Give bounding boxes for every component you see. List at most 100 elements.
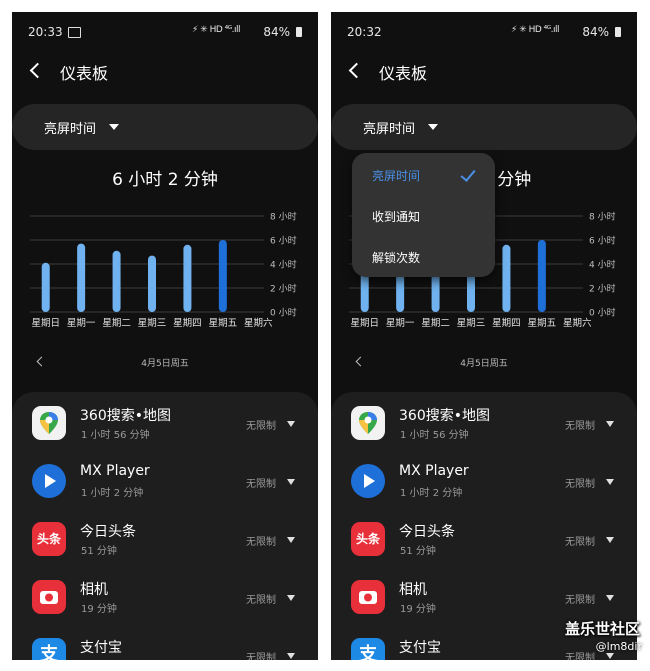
limit-label[interactable]: 无限制 [246,417,276,432]
app-duration: 51 分钟 [400,546,436,557]
metric-selector[interactable]: 亮屏时间 [12,104,318,150]
app-name: MX Player [399,463,469,479]
y-tick-label: 8 小时 [589,211,616,223]
date-nav: 4月5日周五 [331,352,637,372]
limit-label[interactable]: 无限制 [246,475,276,490]
toutiao-icon: 头条 [32,522,66,556]
map-pin-icon [351,406,385,440]
metric-label: 亮屏时间 [44,122,97,137]
y-tick-label: 0 小时 [270,307,297,319]
usage-chart: 0 小时 2 小时 4 小时 6 小时 8 小时星期日 星期一 星期二 星期三 星期四 星期五 星期… [30,211,297,329]
bar[interactable] [537,240,546,312]
y-tick-label: 2 小时 [270,283,297,295]
y-tick-label: 2 小时 [589,283,616,295]
list-item[interactable]: MX Player 1 小时 2 分钟 无限制 [331,460,637,512]
y-tick-label: 4 小时 [589,259,616,271]
chevron-down-icon[interactable] [287,653,295,659]
bar[interactable] [502,244,511,312]
status-time: 20:33 [28,25,63,39]
bar[interactable] [41,262,50,312]
status-bar: 20:32 ⚡ ✳ HD ⁴ᴳ.ıll 84% [347,25,621,41]
limit-label[interactable]: 无限制 [246,533,276,548]
signal-icon: ⚡ ✳ HD ⁴ᴳ.ıll [191,25,241,35]
app-name: 相机 [80,582,108,598]
camera-icon [351,580,385,614]
list-item[interactable]: 支 支付宝 无限制 [12,634,318,660]
x-tick-label: 星期一 [67,318,96,329]
x-tick-label: 星期三 [138,318,167,329]
limit-label[interactable]: 无限制 [565,417,595,432]
metric-dropdown-menu: 亮屏时间 收到通知 解锁次数 [352,153,495,277]
metric-label: 亮屏时间 [363,122,416,137]
chevron-down-icon [109,124,119,130]
app-name: 相机 [399,582,427,598]
app-duration: 1 小时 2 分钟 [400,488,463,499]
chevron-down-icon[interactable] [606,653,614,659]
app-name: 支付宝 [399,640,441,656]
list-item[interactable]: 360搜索•地图 1 小时 56 分钟 无限制 [12,402,318,454]
y-tick-label: 6 小时 [589,235,616,247]
camera-icon [32,580,66,614]
limit-label[interactable]: 无限制 [246,591,276,606]
battery-icon [296,27,302,37]
list-item[interactable]: 相机 19 分钟 无限制 [12,576,318,628]
x-tick-label: 星期日 [350,318,379,329]
limit-label[interactable]: 无限制 [565,649,595,660]
watermark-text: 盖乐世社区 [564,620,640,638]
x-tick-label: 星期四 [173,318,202,329]
app-duration: 1 小时 2 分钟 [81,488,144,499]
limit-label[interactable]: 无限制 [565,475,595,490]
list-item[interactable]: 头条 今日头条 51 分钟 无限制 [331,518,637,570]
right-screen: 20:32 ⚡ ✳ HD ⁴ᴳ.ıll 84% 仪表板 亮屏时间 2 分钟 0 … [331,12,637,660]
menu-item-notifications[interactable]: 收到通知 [372,208,420,225]
x-tick-label: 星期一 [386,318,415,329]
chevron-down-icon[interactable] [287,595,295,601]
y-tick-label: 0 小时 [589,307,616,319]
x-tick-label: 星期二 [102,318,131,329]
status-bar: 20:33 ⚡ ✳ HD ⁴ᴳ.ıll 84% [28,25,302,41]
menu-item-unlocks[interactable]: 解锁次数 [372,249,420,266]
x-tick-label: 星期五 [209,318,238,329]
chevron-down-icon[interactable] [606,537,614,543]
back-icon[interactable] [29,62,46,79]
chevron-down-icon[interactable] [287,421,295,427]
x-tick-label: 星期六 [244,317,273,329]
page-title: 仪表板 [379,64,428,83]
bar[interactable] [112,250,121,312]
chevron-down-icon[interactable] [606,421,614,427]
app-duration: 1 小时 56 分钟 [400,430,469,441]
x-tick-label: 星期五 [528,318,557,329]
limit-label[interactable]: 无限制 [246,649,276,660]
x-tick-label: 星期四 [492,318,521,329]
bar[interactable] [77,243,86,312]
total-screen-time: 2 分钟 [481,170,532,190]
x-tick-label: 星期日 [31,318,60,329]
battery-percent: 84% [263,25,290,39]
limit-label[interactable]: 无限制 [565,591,595,606]
app-name: 360搜索•地图 [399,408,490,424]
metric-selector[interactable]: 亮屏时间 [331,104,637,150]
x-tick-label: 星期六 [563,317,592,329]
back-icon[interactable] [348,62,365,79]
list-item[interactable]: 360搜索•地图 1 小时 56 分钟 无限制 [331,402,637,454]
chevron-down-icon[interactable] [287,479,295,485]
play-icon [351,464,385,498]
chevron-down-icon[interactable] [606,479,614,485]
bar[interactable] [218,240,227,312]
chevron-down-icon [428,124,438,130]
date-label: 4月5日周五 [460,359,508,369]
watermark-user: @lm8dir [595,640,642,653]
limit-label[interactable]: 无限制 [565,533,595,548]
app-duration: 51 分钟 [81,546,117,557]
list-item[interactable]: MX Player 1 小时 2 分钟 无限制 [12,460,318,512]
menu-item-screen-time[interactable]: 亮屏时间 [372,167,420,184]
bar[interactable] [148,255,156,312]
app-duration: 19 分钟 [400,604,436,615]
list-item[interactable]: 头条 今日头条 51 分钟 无限制 [12,518,318,570]
bar[interactable] [183,244,192,312]
chevron-down-icon[interactable] [287,537,295,543]
page-title: 仪表板 [60,64,109,83]
status-time: 20:32 [347,25,382,39]
app-duration: 19 分钟 [81,604,117,615]
chevron-down-icon[interactable] [606,595,614,601]
